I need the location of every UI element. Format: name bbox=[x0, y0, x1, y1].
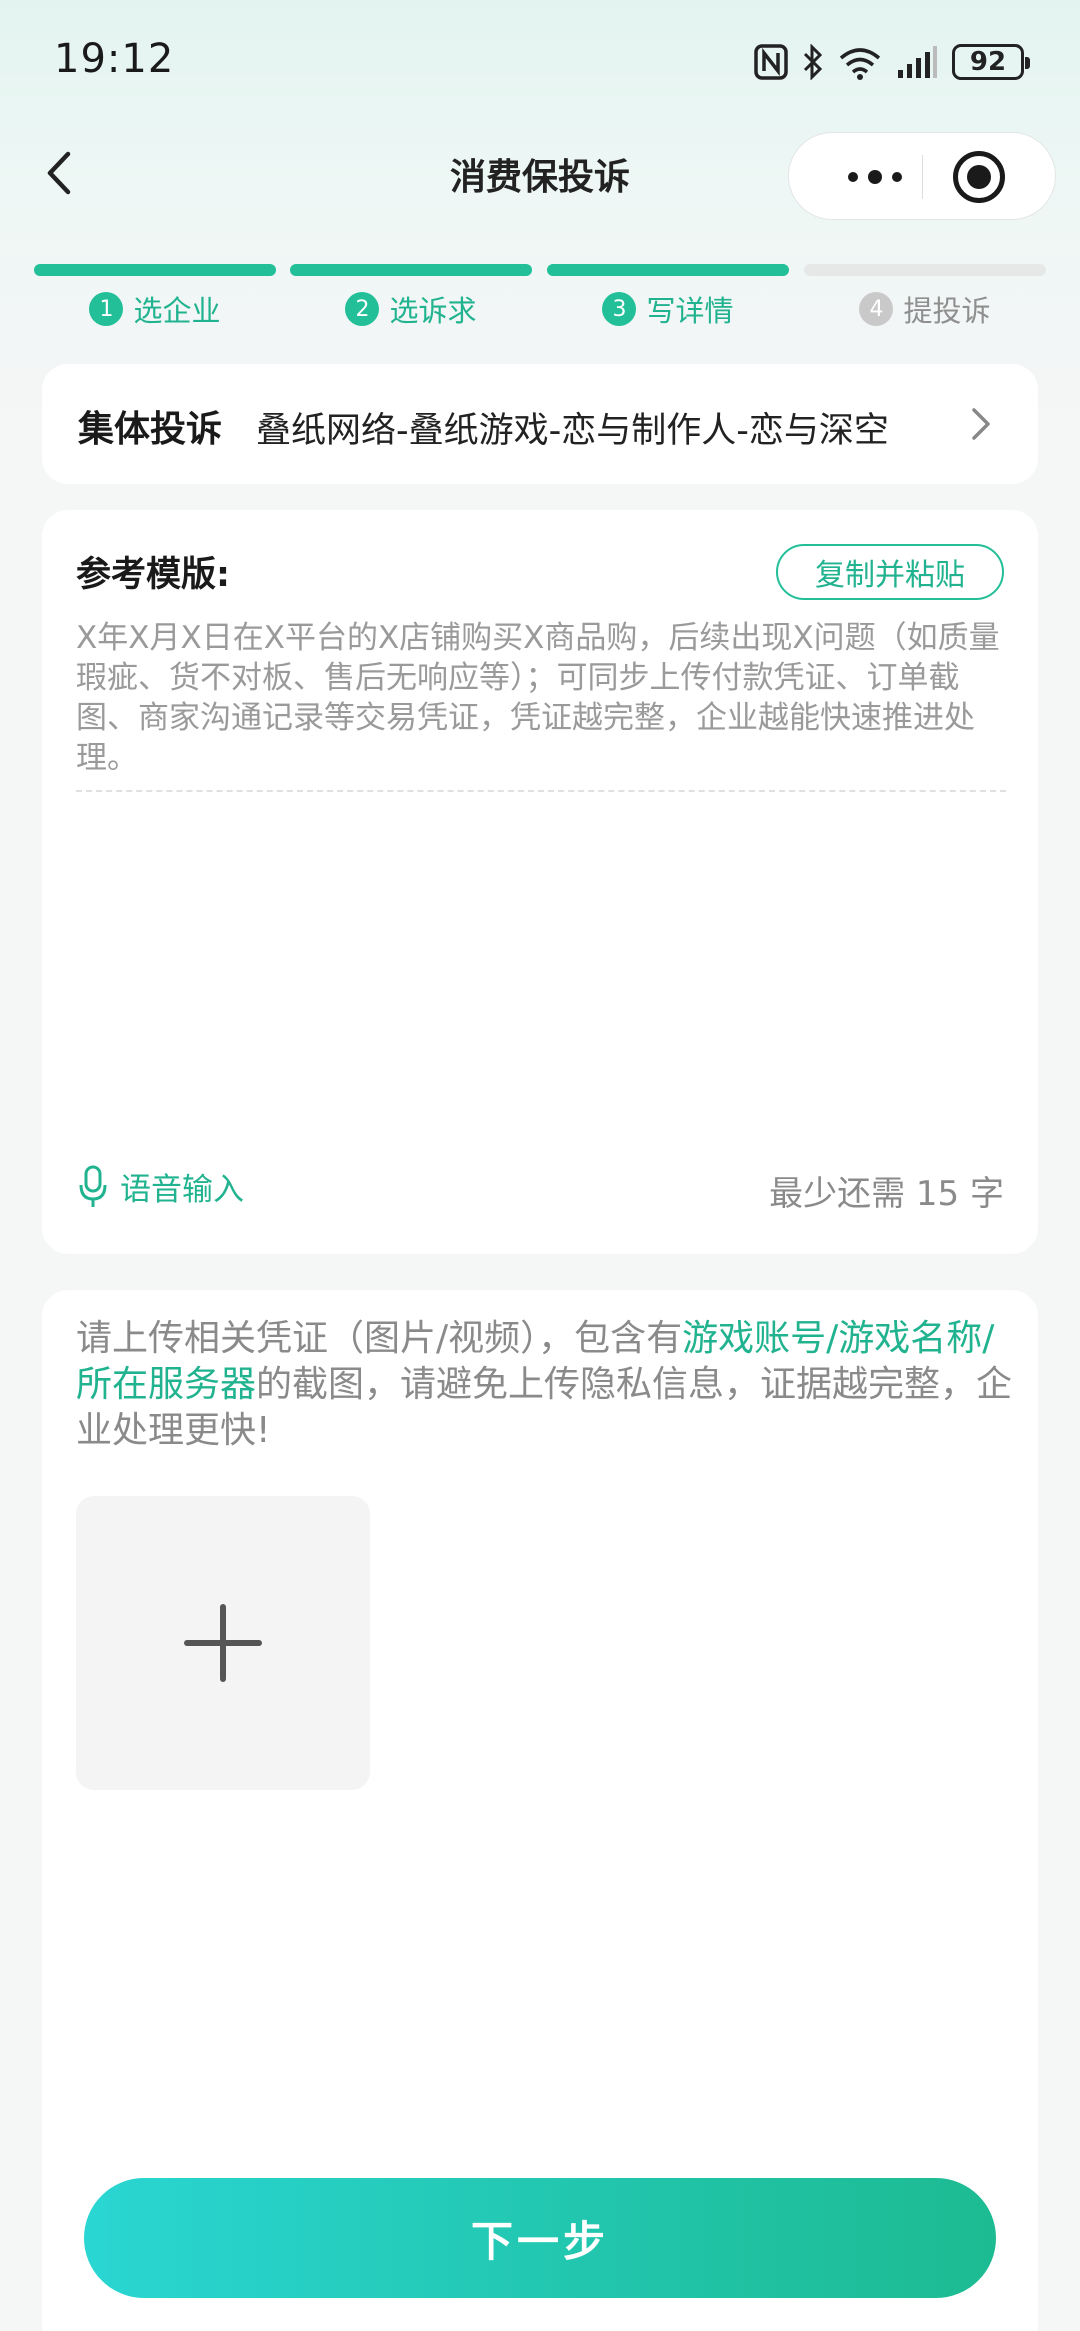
next-step-button[interactable]: 下一步 bbox=[84, 2178, 996, 2298]
template-title: 参考模版: bbox=[76, 555, 230, 595]
nfc-icon bbox=[754, 44, 788, 80]
microphone-icon bbox=[79, 1165, 107, 1207]
step-number: 3 bbox=[602, 292, 637, 326]
step-label-wrap: 2 选诉求 bbox=[290, 288, 532, 330]
voice-input-button[interactable]: 语音输入 bbox=[78, 1164, 244, 1209]
step-select-request: 2 选诉求 bbox=[290, 264, 532, 334]
plus-icon bbox=[184, 1604, 262, 1682]
status-icons: 92 bbox=[754, 42, 1030, 82]
upload-text-before: 请上传相关凭证（图片/视频），包含有 bbox=[76, 1318, 683, 1359]
copy-paste-button[interactable]: 复制并粘贴 bbox=[776, 544, 1004, 600]
chevron-right-icon bbox=[972, 408, 990, 440]
more-dot-right bbox=[892, 172, 902, 182]
complaint-target-row[interactable]: 集体投诉 叠纸网络-叠纸游戏-恋与制作人-恋与深空 bbox=[42, 364, 1038, 484]
step-label-wrap: 1 选企业 bbox=[34, 288, 276, 330]
complaint-type-label: 集体投诉 bbox=[78, 409, 223, 450]
add-media-button[interactable] bbox=[76, 1496, 370, 1790]
capsule-divider bbox=[922, 155, 923, 199]
voice-input-label: 语音输入 bbox=[120, 1172, 244, 1208]
step-label-wrap: 3 写详情 bbox=[547, 288, 789, 330]
step-bar bbox=[34, 264, 276, 276]
step-label: 写详情 bbox=[646, 294, 734, 328]
divider bbox=[76, 790, 1006, 792]
mini-program-capsule bbox=[788, 132, 1056, 220]
step-label: 选企业 bbox=[133, 294, 221, 328]
step-label: 提投诉 bbox=[903, 294, 991, 328]
description-card: 参考模版: 复制并粘贴 X年X月X日在X平台的X店铺购买X商品购，后续出现X问题… bbox=[42, 510, 1038, 1254]
bluetooth-icon bbox=[803, 44, 823, 80]
step-bar bbox=[804, 264, 1046, 276]
step-label-wrap: 4 提投诉 bbox=[804, 288, 1046, 330]
more-dots-icon bbox=[848, 172, 858, 182]
wifi-icon bbox=[839, 48, 881, 80]
step-select-company: 1 选企业 bbox=[34, 264, 276, 334]
more-dot-center bbox=[868, 170, 882, 184]
step-number: 4 bbox=[859, 292, 894, 326]
step-bar bbox=[290, 264, 532, 276]
step-bar bbox=[547, 264, 789, 276]
progress-steps: 1 选企业 2 选诉求 3 写详情 4 提投诉 bbox=[34, 264, 1046, 334]
upload-card: 请上传相关凭证（图片/视频），包含有游戏账号/游戏名称/所在服务器的截图，请避免… bbox=[42, 1290, 1038, 2331]
template-text: X年X月X日在X平台的X店铺购买X商品购，后续出现X问题（如质量瑕疵、货不对板、… bbox=[76, 620, 1000, 776]
step-write-details: 3 写详情 bbox=[547, 264, 789, 334]
char-counter: 最少还需 15 字 bbox=[769, 1174, 1004, 1214]
battery-icon: 92 bbox=[952, 44, 1030, 80]
target-icon[interactable] bbox=[953, 151, 1005, 203]
signal-icon bbox=[898, 46, 937, 78]
more-button[interactable] bbox=[829, 133, 921, 221]
status-bar: 19:12 92 bbox=[0, 0, 1080, 120]
complaint-company: 叠纸网络-叠纸游戏-恋与制作人-恋与深空 bbox=[256, 411, 889, 451]
upload-instructions: 请上传相关凭证（图片/视频），包含有游戏账号/游戏名称/所在服务器的截图，请避免… bbox=[76, 1316, 1016, 1454]
step-label: 选诉求 bbox=[389, 294, 477, 328]
step-number: 1 bbox=[89, 292, 124, 326]
step-number: 2 bbox=[345, 292, 380, 326]
step-submit-complaint: 4 提投诉 bbox=[804, 264, 1046, 334]
status-time: 19:12 bbox=[54, 36, 175, 82]
